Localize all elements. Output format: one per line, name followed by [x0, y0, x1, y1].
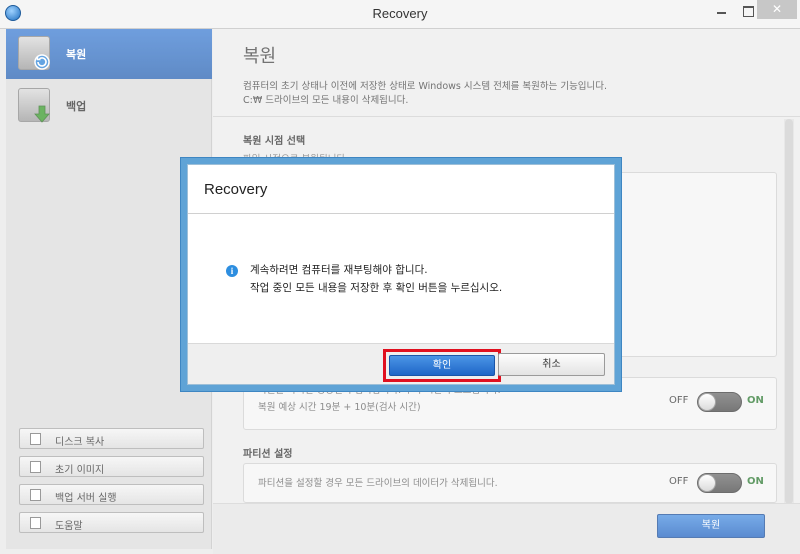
cancel-button[interactable]: 취소 [498, 353, 605, 376]
message-line: 계속하려면 컴퓨터를 재부팅해야 합니다. [250, 264, 428, 276]
dialog-body: Recovery i 계속하려면 컴퓨터를 재부팅해야 합니다. 작업 중인 모… [187, 164, 615, 385]
dialog-divider [188, 213, 614, 214]
dialog-title: Recovery [204, 181, 268, 198]
title-bar: Recovery ✕ [0, 0, 800, 29]
window-title: Recovery [372, 6, 428, 21]
restart-dialog: Recovery i 계속하려면 컴퓨터를 재부팅해야 합니다. 작업 중인 모… [180, 157, 622, 392]
close-button[interactable]: ✕ [757, 0, 797, 19]
dialog-message: 계속하려면 컴퓨터를 재부팅해야 합니다. 작업 중인 모든 내용을 저장한 후… [250, 261, 502, 297]
maximize-button[interactable] [740, 3, 756, 17]
dialog-footer: 확인 취소 [188, 343, 614, 384]
ok-button[interactable]: 확인 [389, 355, 495, 376]
minimize-button[interactable] [714, 3, 730, 17]
message-line: 작업 중인 모든 내용을 저장한 후 확인 버튼을 누르십시오. [250, 282, 503, 294]
info-icon: i [226, 265, 238, 277]
ok-highlight: 확인 [383, 349, 501, 382]
